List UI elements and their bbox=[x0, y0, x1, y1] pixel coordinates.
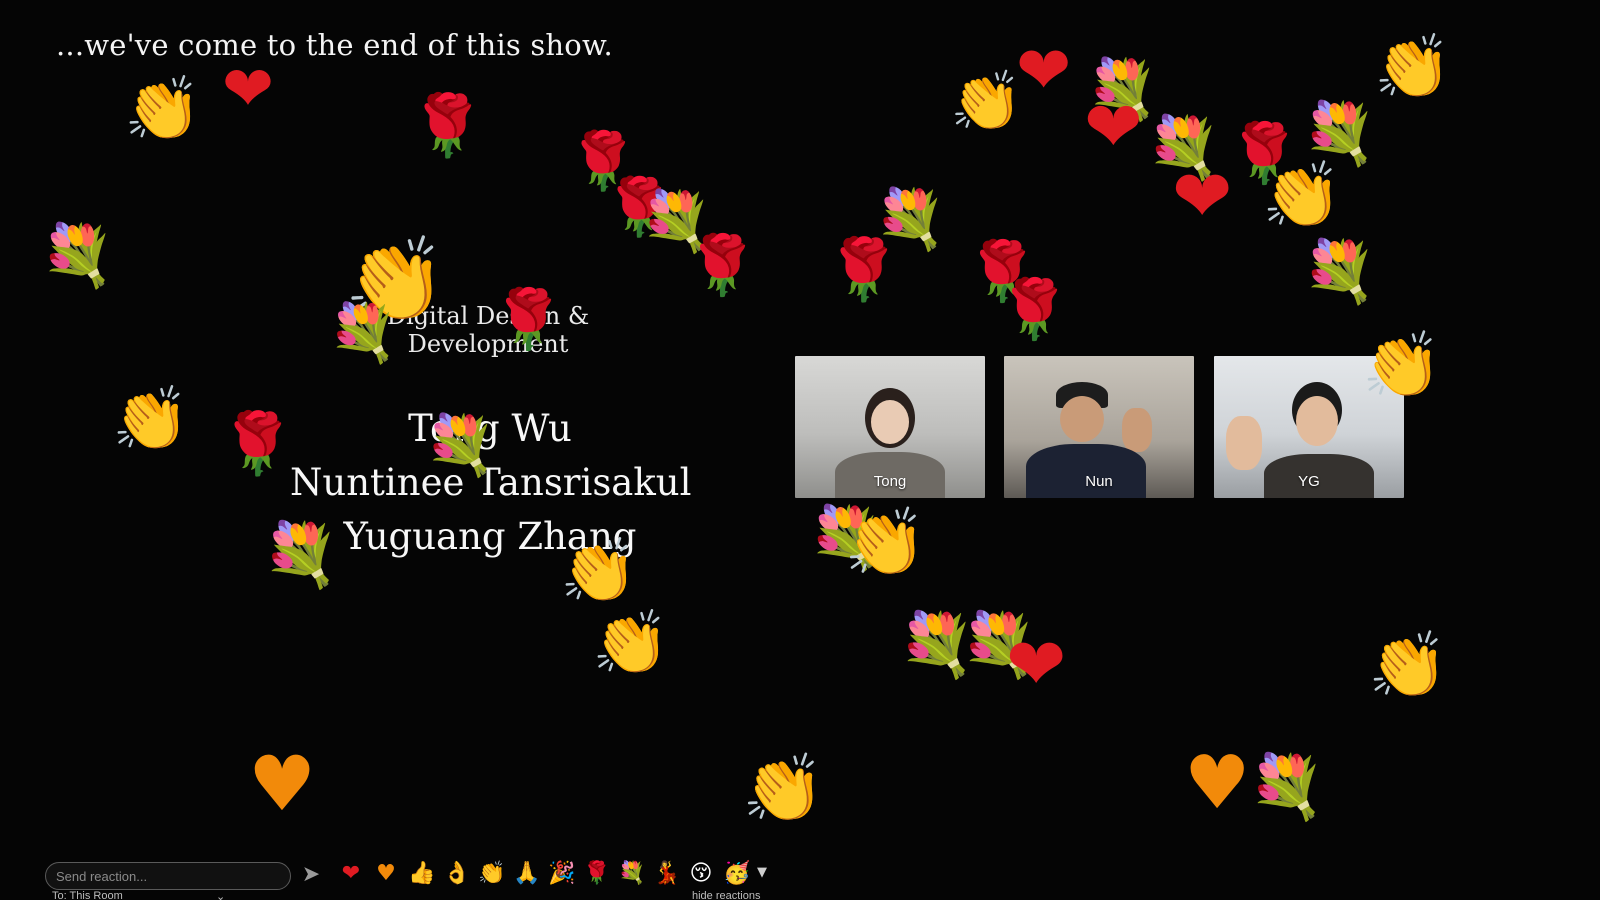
reaction-stage: ...we've come to the end of this show. D… bbox=[0, 0, 1600, 900]
heart-icon: ❤ bbox=[222, 52, 274, 125]
clap-light-icon: 👏 bbox=[592, 606, 670, 679]
participant-name: YG bbox=[1298, 473, 1320, 490]
participant-face bbox=[1060, 396, 1104, 442]
clap-icon: 👏 bbox=[1368, 629, 1448, 703]
clap-icon: 👏 bbox=[560, 534, 638, 607]
partying-face-icon[interactable]: 🥳 bbox=[723, 861, 750, 886]
clap-icon: 👏 bbox=[844, 504, 927, 581]
rose-icon[interactable]: 🌹 bbox=[583, 861, 610, 886]
heart-icon: ❤ bbox=[1172, 154, 1233, 238]
more-reactions-icon[interactable]: ▼ bbox=[757, 865, 767, 880]
bouquet-icon: 💐 bbox=[1302, 99, 1377, 169]
clap-light-icon: 👏 bbox=[742, 750, 825, 827]
clap-icon: 👏 bbox=[1362, 329, 1442, 403]
heart-icon: ❤ bbox=[1016, 32, 1072, 109]
bouquet-icon: 💐 bbox=[328, 301, 398, 366]
rose-icon: 🌹 bbox=[220, 409, 295, 479]
heart-icon: ❤ bbox=[1006, 622, 1067, 706]
party-popper-icon[interactable]: 🎉 bbox=[548, 861, 575, 886]
video-tile-nun[interactable]: Nun bbox=[1004, 356, 1194, 498]
slide-headline: ...we've come to the end of this show. bbox=[56, 28, 613, 62]
rose-icon: 🌹 bbox=[998, 275, 1071, 343]
bouquet-icon: 💐 bbox=[1248, 750, 1326, 823]
rose-icon: 🌹 bbox=[410, 91, 485, 161]
orange-heart-icon: ♥ bbox=[248, 739, 317, 828]
rose-icon: 🌹 bbox=[826, 235, 901, 305]
bouquet-icon: 💐 bbox=[1302, 237, 1377, 307]
kissing-face-icon[interactable]: 😚 bbox=[688, 861, 714, 886]
clap-icon[interactable]: 👏 bbox=[478, 861, 505, 886]
bouquet-icon: 💐 bbox=[40, 221, 115, 291]
clap-icon: 👏 bbox=[1262, 159, 1342, 233]
participant-face bbox=[871, 400, 909, 444]
hide-reactions-link[interactable]: hide reactions bbox=[692, 890, 761, 900]
clap-icon: 👏 bbox=[124, 72, 202, 145]
video-tile-tong[interactable]: Tong bbox=[795, 356, 985, 498]
thumbs-up-icon[interactable]: 👍 bbox=[408, 861, 435, 886]
bouquet-icon: 💐 bbox=[424, 411, 497, 479]
clap-icon: 👏 bbox=[1374, 30, 1452, 103]
dancer-icon[interactable]: 💃 bbox=[653, 861, 680, 886]
ok-hand-icon[interactable]: 👌 bbox=[443, 861, 470, 886]
clap-icon: 👏 bbox=[950, 67, 1023, 135]
participant-name: Nun bbox=[1085, 473, 1113, 490]
heart-icon: ❤ bbox=[1084, 86, 1143, 168]
orange-heart-icon: ♥ bbox=[1184, 740, 1251, 826]
participant-name: Tong bbox=[873, 473, 907, 490]
rose-icon: 🌹 bbox=[492, 285, 565, 353]
send-reaction-input[interactable] bbox=[45, 862, 291, 890]
chevron-down-icon: ⌄ bbox=[216, 891, 226, 900]
participant-hand bbox=[1226, 416, 1262, 470]
clap-icon: 👏 bbox=[112, 382, 190, 455]
pray-icon[interactable]: 🙏 bbox=[513, 861, 540, 886]
orange-heart-icon[interactable]: ♥ bbox=[373, 861, 399, 886]
participant-face bbox=[1296, 396, 1338, 446]
recipient-value: This Room bbox=[69, 890, 123, 900]
recipient-select[interactable]: To: This Room ⌄ bbox=[52, 890, 225, 900]
bouquet-icon[interactable]: 💐 bbox=[618, 861, 645, 886]
bouquet-icon: 💐 bbox=[262, 518, 340, 591]
recipient-label: To: bbox=[52, 890, 67, 900]
rose-icon: 🌹 bbox=[686, 231, 759, 299]
participant-hand bbox=[1122, 408, 1152, 452]
red-heart-icon[interactable]: ❤ bbox=[338, 861, 364, 886]
quick-reactions-bar: ❤ ♥ 👍 👌 👏 🙏 🎉 🌹 💐 💃 😚 🥳 bbox=[338, 858, 751, 888]
send-icon[interactable]: ➤ bbox=[298, 862, 324, 888]
